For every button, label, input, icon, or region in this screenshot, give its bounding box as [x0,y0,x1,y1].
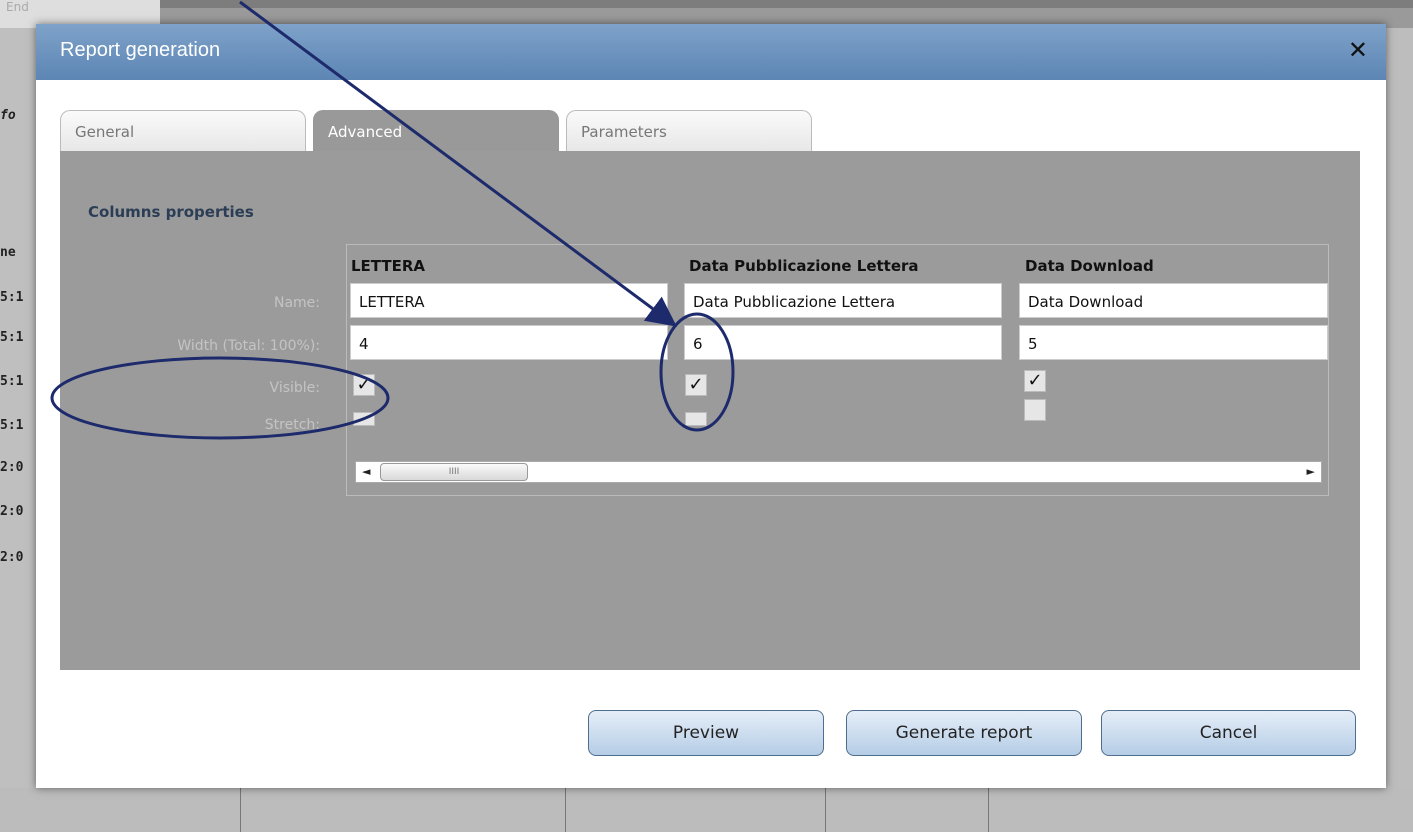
column-name-field[interactable]: LETTERA [350,283,668,318]
column-width-field[interactable]: 5 [1019,325,1328,360]
visible-checkbox[interactable]: ✓ [353,374,375,396]
background-left-column: fo ne 5:1 5:1 5:1 5:1 2:0 2:0 2:0 [0,28,36,832]
background-row-time: 5:1 [0,418,24,433]
name-row-label: Name: [273,295,320,311]
preview-button[interactable]: Preview [588,710,824,756]
stretch-checkbox[interactable] [353,412,375,426]
stretch-checkbox[interactable] [1024,399,1046,421]
width-row-label: Width (Total: 100%): [177,338,320,354]
checkmark-icon: ✓ [356,374,372,395]
background-fragment-header: ne [0,245,16,260]
visible-checkbox[interactable]: ✓ [1024,370,1046,392]
background-row-time: 5:1 [0,290,24,305]
background-row-time: 2:0 [0,460,24,475]
column-name-field[interactable]: Data Download [1019,283,1328,318]
visible-row-label: Visible: [269,380,320,396]
scroll-right-icon[interactable]: ► [1307,465,1315,478]
column-width-field[interactable]: 6 [684,325,1002,360]
column-width-field[interactable]: 4 [350,325,668,360]
background-divider [565,788,566,832]
column-name-field[interactable]: Data Pubblicazione Lettera [684,283,1002,318]
dialog-title: Report generation [60,39,221,61]
report-generation-dialog: Report generation ✕ General Advanced Par… [36,24,1386,788]
stretch-checkbox[interactable] [685,412,707,426]
background-row-time: 2:0 [0,504,24,519]
cancel-button[interactable]: Cancel [1101,710,1356,756]
checkmark-icon: ✓ [688,374,704,395]
background-row-time: 5:1 [0,330,24,345]
dialog-title-bar[interactable]: Report generation ✕ [36,24,1386,80]
close-icon[interactable]: ✕ [1348,36,1368,64]
horizontal-scrollbar[interactable]: ◄ IIII ► [355,461,1322,483]
columns-grid: LETTERA LETTERA 4 ✓ Data Pubblicazione L… [346,244,1329,496]
checkmark-icon: ✓ [1027,370,1043,391]
visible-checkbox[interactable]: ✓ [685,374,707,396]
background-divider [825,788,826,832]
advanced-panel: Columns properties Name: Width (Total: 1… [60,151,1360,670]
column-header-lettera: LETTERA [351,257,426,275]
background-divider [988,788,989,832]
column-header-data-download: Data Download [1025,257,1154,275]
background-fragment-label: fo [0,108,16,123]
tab-parameters[interactable]: Parameters [566,110,812,154]
background-top-bar [0,0,1413,8]
columns-properties-heading: Columns properties [88,203,254,221]
stretch-row-label: Stretch: [264,417,320,433]
tab-general[interactable]: General [60,110,306,154]
tab-advanced[interactable]: Advanced [313,110,559,154]
generate-report-button[interactable]: Generate report [846,710,1082,756]
background-row-time: 2:0 [0,550,24,565]
background-divider [240,788,241,832]
background-right-column [1383,28,1413,788]
background-table-bottom [0,788,1413,832]
scroll-left-icon[interactable]: ◄ [362,465,370,478]
column-header-data-pubblicazione: Data Pubblicazione Lettera [689,257,919,275]
scrollbar-thumb[interactable]: IIII [380,463,528,481]
background-row-time: 5:1 [0,374,24,389]
